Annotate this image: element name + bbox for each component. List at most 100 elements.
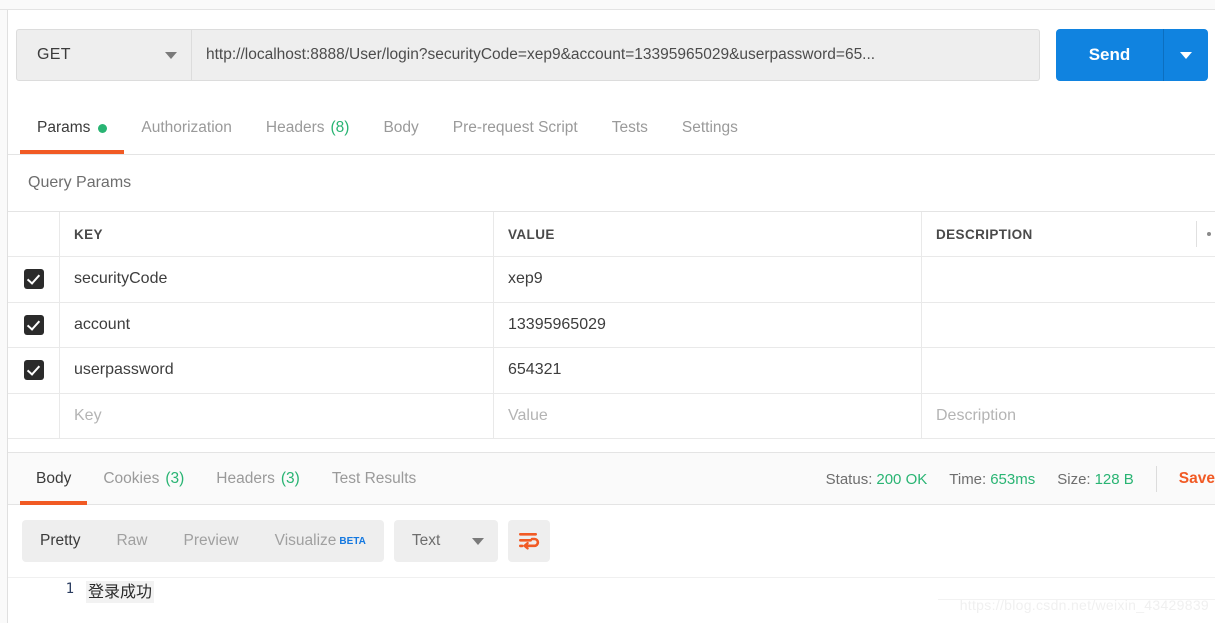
size-value: 128 B: [1094, 470, 1134, 488]
row-key-cell[interactable]: userpassword: [60, 348, 494, 393]
tab-params[interactable]: Params: [20, 102, 125, 154]
left-rail: [0, 10, 8, 623]
url-bar-row: GET http://localhost:8888/User/login?sec…: [8, 11, 1215, 102]
response-tab-cookies-count: (3): [165, 470, 185, 487]
response-format-label: Text: [411, 532, 441, 549]
table-new-row: Key Value Description: [8, 393, 1215, 439]
table-row: userpassword 654321: [8, 348, 1215, 394]
url-input[interactable]: http://localhost:8888/User/login?securit…: [192, 29, 1040, 81]
row-checkbox-cell: [8, 302, 60, 347]
row-key-text: securityCode: [74, 270, 168, 288]
row-checkbox[interactable]: [23, 360, 44, 381]
status-value: 200 OK: [876, 470, 928, 488]
wrap-lines-icon: [518, 533, 540, 550]
status-label: Status:: [825, 470, 873, 488]
response-tab-body[interactable]: Body: [20, 453, 88, 505]
line-number: 1: [65, 581, 74, 597]
header-description-cell: DESCRIPTION: [922, 212, 1215, 256]
query-params-table: KEY VALUE DESCRIPTION securityCode xep9: [8, 211, 1215, 439]
watermark-rule: [938, 599, 1215, 600]
save-response-link[interactable]: Save: [1179, 470, 1215, 488]
header-key-cell: KEY: [60, 212, 494, 256]
tab-settings-label: Settings: [681, 119, 738, 136]
request-tabs: Params Authorization Headers (8) Body Pr…: [8, 102, 1215, 155]
size-label: Size:: [1057, 470, 1091, 488]
send-options-button[interactable]: [1164, 29, 1208, 81]
response-tabs-bar: Body Cookies (3) Headers (3) Test Result…: [8, 452, 1215, 505]
tab-body[interactable]: Body: [366, 102, 435, 154]
row-description-cell[interactable]: [922, 257, 1215, 302]
tab-params-label: Params: [37, 119, 91, 136]
row-key-cell[interactable]: account: [60, 302, 494, 347]
http-method-label: GET: [37, 46, 71, 63]
column-header-key: KEY: [74, 226, 103, 242]
view-mode-visualize[interactable]: Visualize BETA: [257, 520, 384, 562]
row-key-cell[interactable]: securityCode: [60, 257, 494, 302]
response-tab-headers[interactable]: Headers (3): [200, 453, 316, 505]
response-tab-headers-count: (3): [280, 470, 300, 487]
tab-pre-request-script[interactable]: Pre-request Script: [436, 102, 595, 154]
table-row: account 13395965029: [8, 302, 1215, 348]
response-view-mode-group: Pretty Raw Preview Visualize BETA: [22, 520, 384, 562]
code-line: 1 登录成功: [8, 578, 1215, 608]
view-mode-pretty[interactable]: Pretty: [22, 520, 98, 562]
beta-badge: BETA: [339, 535, 366, 547]
tab-settings[interactable]: Settings: [665, 102, 755, 154]
column-header-description: DESCRIPTION: [936, 226, 1033, 242]
time-label: Time:: [949, 470, 987, 488]
response-tab-cookies-label: Cookies: [103, 470, 160, 487]
row-description-cell[interactable]: [922, 303, 1215, 348]
new-row-value-cell[interactable]: Value: [494, 393, 922, 438]
tab-authorization[interactable]: Authorization: [124, 102, 248, 154]
new-row-description-cell[interactable]: Description: [922, 394, 1215, 439]
header-value-cell: VALUE: [494, 212, 922, 256]
postman-request-response-pane: GET http://localhost:8888/User/login?sec…: [0, 0, 1215, 623]
query-params-heading: Query Params: [8, 155, 1215, 211]
tab-body-label: Body: [383, 119, 419, 136]
view-mode-preview[interactable]: Preview: [166, 520, 257, 562]
new-row-key-cell[interactable]: Key: [60, 393, 494, 438]
row-value-text: xep9: [508, 270, 543, 288]
tab-pre-request-script-label: Pre-request Script: [452, 119, 578, 136]
window-top-strip: [0, 0, 1215, 10]
table-header-row: KEY VALUE DESCRIPTION: [8, 212, 1215, 257]
row-checkbox[interactable]: [23, 314, 44, 335]
response-tab-test-results[interactable]: Test Results: [316, 453, 432, 505]
row-value-cell[interactable]: 654321: [494, 348, 922, 393]
table-row: securityCode xep9: [8, 257, 1215, 303]
tab-headers[interactable]: Headers (8): [249, 102, 367, 154]
response-body-toolbar: Pretty Raw Preview Visualize BETA Text: [8, 505, 1215, 577]
row-key-text: account: [74, 315, 131, 333]
tab-headers-label: Headers: [265, 119, 325, 136]
response-tab-headers-label: Headers: [216, 470, 275, 487]
bulk-edit-icon[interactable]: [1196, 221, 1211, 247]
view-mode-raw[interactable]: Raw: [98, 520, 165, 562]
row-value-cell[interactable]: xep9: [494, 257, 922, 302]
response-body-text: 登录成功: [86, 581, 155, 603]
response-tab-body-label: Body: [36, 470, 72, 487]
new-row-value-placeholder: Value: [508, 406, 548, 424]
response-format-select[interactable]: Text: [393, 520, 498, 562]
column-header-value: VALUE: [508, 226, 555, 242]
tab-tests[interactable]: Tests: [595, 102, 665, 154]
row-checkbox-cell: [8, 348, 60, 393]
wrap-lines-button[interactable]: [507, 520, 550, 562]
row-description-cell[interactable]: [922, 348, 1215, 393]
chevron-down-icon: [165, 51, 177, 59]
view-mode-visualize-label: Visualize: [274, 532, 337, 549]
row-key-text: userpassword: [74, 361, 174, 379]
http-method-select[interactable]: GET: [16, 29, 192, 81]
url-text: http://localhost:8888/User/login?securit…: [206, 46, 876, 63]
response-body-viewer[interactable]: 1 登录成功 https://blog.csdn.net/weixin_4342…: [8, 577, 1215, 623]
row-checkbox[interactable]: [23, 269, 44, 290]
response-tab-test-results-label: Test Results: [331, 470, 417, 487]
response-tab-cookies[interactable]: Cookies (3): [87, 453, 200, 505]
status-badge: Status: 200 OK: [826, 471, 928, 488]
new-row-key-placeholder: Key: [74, 406, 102, 424]
send-button[interactable]: Send: [1056, 29, 1164, 81]
row-value-text: 654321: [508, 361, 562, 379]
row-value-cell[interactable]: 13395965029: [494, 302, 922, 347]
tab-headers-count: (8): [330, 119, 350, 136]
chevron-down-icon: [471, 537, 484, 545]
tab-tests-label: Tests: [611, 119, 648, 136]
